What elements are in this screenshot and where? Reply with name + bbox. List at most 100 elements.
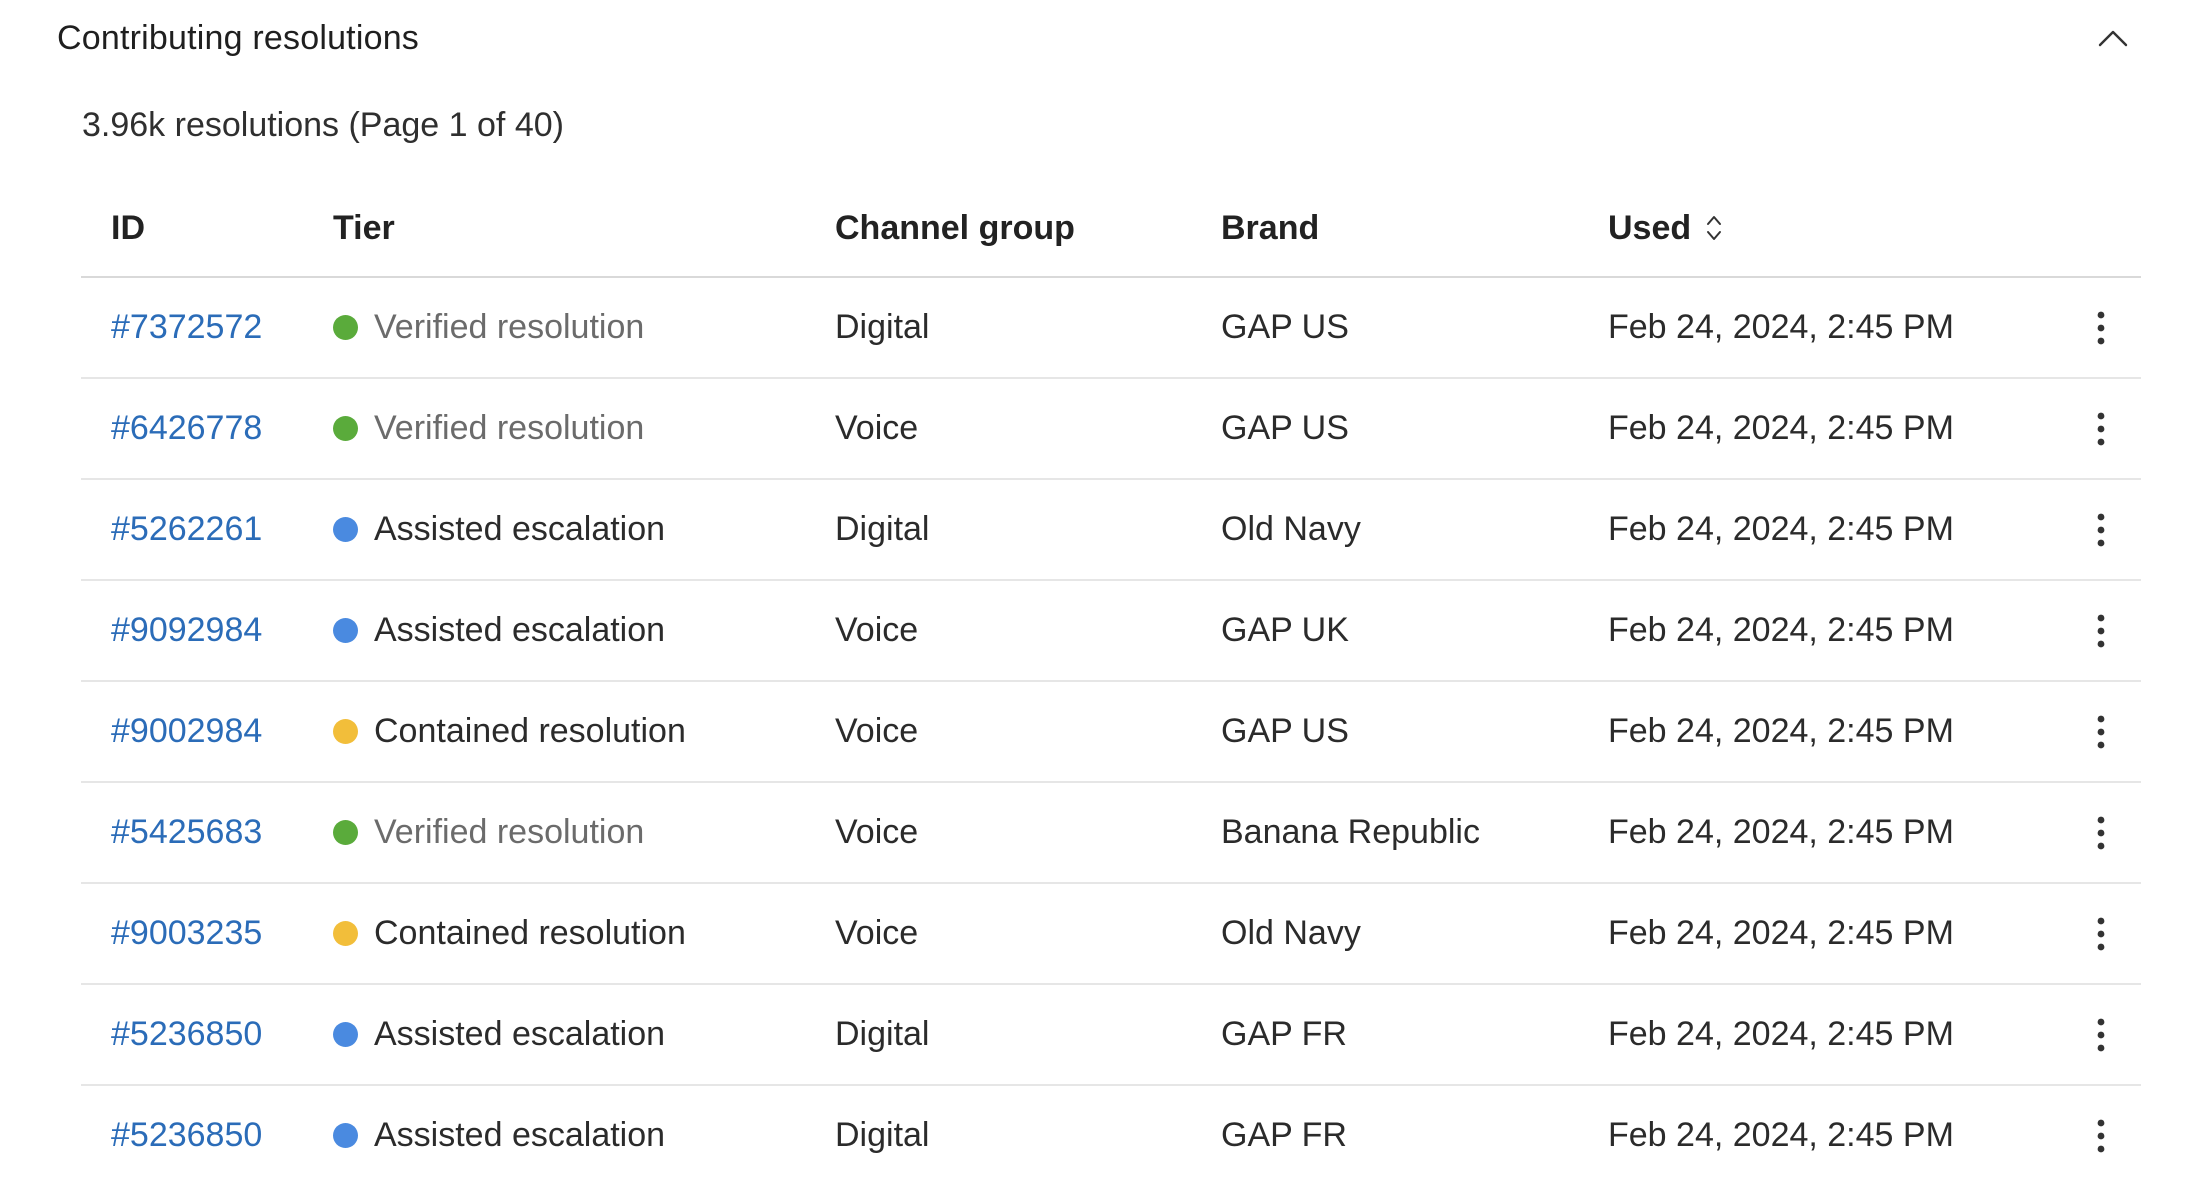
cell-id: #5236850 — [81, 1015, 333, 1054]
column-header-used[interactable]: Used — [1608, 209, 2061, 248]
tier-label: Assisted escalation — [374, 1015, 666, 1053]
kebab-menu-icon[interactable] — [2081, 702, 2121, 762]
kebab-menu-icon[interactable] — [2081, 601, 2121, 661]
cell-tier: Assisted escalation — [333, 510, 835, 549]
cell-tier: Contained resolution — [333, 712, 835, 751]
cell-id: #6426778 — [81, 409, 333, 448]
cell-used: Feb 24, 2024, 2:45 PM — [1608, 712, 1954, 750]
resolution-id-link[interactable]: #9002984 — [111, 712, 262, 750]
cell-channel-group: Voice — [835, 813, 919, 851]
cell-actions — [2061, 1106, 2141, 1166]
cell-channel-group: Digital — [835, 1015, 930, 1053]
contributing-resolutions-panel: Contributing resolutions 3.96k resolutio… — [0, 0, 2200, 1154]
results-summary: 3.96k resolutions (Page 1 of 40) — [82, 106, 564, 144]
cell-used: Feb 24, 2024, 2:45 PM — [1608, 813, 1954, 851]
column-header-id: ID — [111, 208, 145, 247]
kebab-menu-icon[interactable] — [2081, 1106, 2121, 1166]
kebab-menu-icon[interactable] — [2081, 298, 2121, 358]
table-row[interactable]: #5236850 Assisted escalation Digital GAP… — [81, 985, 2141, 1086]
cell-brand: Banana Republic — [1221, 813, 1480, 851]
cell-used: Feb 24, 2024, 2:45 PM — [1608, 409, 1954, 447]
kebab-menu-icon[interactable] — [2081, 803, 2121, 863]
cell-tier: Verified resolution — [333, 813, 835, 852]
cell-channel-group: Voice — [835, 611, 919, 649]
collapse-button[interactable] — [2089, 14, 2137, 62]
cell-brand: GAP US — [1221, 308, 1349, 346]
tier-indicator: Assisted escalation — [333, 510, 835, 549]
cell-id: #5262261 — [81, 510, 333, 549]
cell-actions — [2061, 500, 2141, 560]
panel-header: Contributing resolutions — [57, 10, 2137, 66]
table-row[interactable]: #5262261 Assisted escalation Digital Old… — [81, 480, 2141, 581]
resolution-id-link[interactable]: #5236850 — [111, 1116, 262, 1154]
cell-tier: Assisted escalation — [333, 1015, 835, 1054]
table-row[interactable]: #9003235 Contained resolution Voice Old … — [81, 884, 2141, 985]
cell-id: #9002984 — [81, 712, 333, 751]
resolution-id-link[interactable]: #9092984 — [111, 611, 262, 649]
cell-tier: Contained resolution — [333, 914, 835, 953]
table-header: ID Tier Channel group Brand Used — [81, 180, 2141, 278]
cell-tier: Verified resolution — [333, 409, 835, 448]
tier-status-dot-icon — [333, 820, 358, 845]
table-row[interactable]: #9002984 Contained resolution Voice GAP … — [81, 682, 2141, 783]
cell-id: #9092984 — [81, 611, 333, 650]
tier-status-dot-icon — [333, 618, 358, 643]
cell-channel-group: Digital — [835, 510, 930, 548]
cell-used: Feb 24, 2024, 2:45 PM — [1608, 1116, 1954, 1154]
panel-title: Contributing resolutions — [57, 18, 419, 57]
cell-used: Feb 24, 2024, 2:45 PM — [1608, 308, 1954, 346]
sort-icon[interactable] — [1705, 213, 1723, 243]
cell-channel-group: Digital — [835, 1116, 930, 1154]
chevron-up-icon — [2098, 30, 2128, 47]
tier-indicator: Assisted escalation — [333, 611, 835, 650]
resolutions-table: ID Tier Channel group Brand Used #737257… — [81, 180, 2141, 1185]
table-row[interactable]: #7372572 Verified resolution Digital GAP… — [81, 278, 2141, 379]
cell-used: Feb 24, 2024, 2:45 PM — [1608, 611, 1954, 649]
table-row[interactable]: #6426778 Verified resolution Voice GAP U… — [81, 379, 2141, 480]
table-row[interactable]: #9092984 Assisted escalation Voice GAP U… — [81, 581, 2141, 682]
tier-indicator: Contained resolution — [333, 712, 835, 751]
cell-id: #9003235 — [81, 914, 333, 953]
cell-actions — [2061, 1005, 2141, 1065]
tier-indicator: Assisted escalation — [333, 1116, 835, 1155]
tier-status-dot-icon — [333, 921, 358, 946]
resolution-id-link[interactable]: #5425683 — [111, 813, 262, 851]
cell-brand: GAP UK — [1221, 611, 1349, 649]
resolution-id-link[interactable]: #6426778 — [111, 409, 262, 447]
cell-tier: Assisted escalation — [333, 1116, 835, 1155]
resolution-id-link[interactable]: #5262261 — [111, 510, 262, 548]
cell-tier: Verified resolution — [333, 308, 835, 347]
resolution-id-link[interactable]: #5236850 — [111, 1015, 262, 1053]
table-row[interactable]: #5425683 Verified resolution Voice Banan… — [81, 783, 2141, 884]
tier-status-dot-icon — [333, 315, 358, 340]
table-body: #7372572 Verified resolution Digital GAP… — [81, 278, 2141, 1185]
tier-indicator: Verified resolution — [333, 813, 835, 852]
cell-brand: GAP FR — [1221, 1116, 1347, 1154]
cell-actions — [2061, 399, 2141, 459]
column-header-used-label: Used — [1608, 208, 1692, 247]
cell-used: Feb 24, 2024, 2:45 PM — [1608, 510, 1954, 548]
tier-indicator: Verified resolution — [333, 409, 835, 448]
cell-channel-group: Voice — [835, 409, 919, 447]
tier-status-dot-icon — [333, 719, 358, 744]
tier-status-dot-icon — [333, 416, 358, 441]
cell-channel-group: Voice — [835, 914, 919, 952]
kebab-menu-icon[interactable] — [2081, 399, 2121, 459]
tier-status-dot-icon — [333, 1022, 358, 1047]
resolution-id-link[interactable]: #7372572 — [111, 308, 262, 346]
tier-label: Assisted escalation — [374, 611, 666, 649]
cell-brand: GAP US — [1221, 409, 1349, 447]
cell-channel-group: Digital — [835, 308, 930, 346]
table-row[interactable]: #5236850 Assisted escalation Digital GAP… — [81, 1086, 2141, 1185]
resolution-id-link[interactable]: #9003235 — [111, 914, 262, 952]
kebab-menu-icon[interactable] — [2081, 1005, 2121, 1065]
tier-indicator: Assisted escalation — [333, 1015, 835, 1054]
tier-label: Assisted escalation — [374, 1116, 666, 1154]
cell-brand: Old Navy — [1221, 510, 1361, 548]
cell-actions — [2061, 298, 2141, 358]
tier-label: Verified resolution — [374, 308, 645, 346]
kebab-menu-icon[interactable] — [2081, 904, 2121, 964]
cell-used: Feb 24, 2024, 2:45 PM — [1608, 914, 1954, 952]
kebab-menu-icon[interactable] — [2081, 500, 2121, 560]
tier-label: Contained resolution — [374, 914, 686, 952]
